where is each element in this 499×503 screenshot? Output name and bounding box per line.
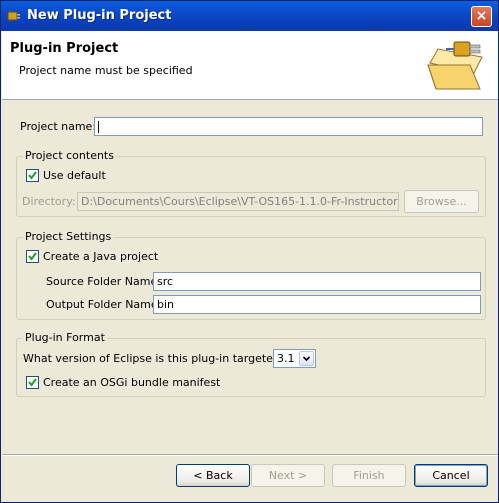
back-button[interactable]: < Back (176, 464, 250, 487)
osgi-manifest-checkbox[interactable] (26, 376, 39, 389)
window-title: New Plug-in Project (27, 8, 172, 23)
checkmark-icon (28, 171, 37, 180)
source-folder-label: Source Folder Name: (46, 275, 161, 288)
project-name-input[interactable] (94, 117, 483, 136)
java-project-checkbox[interactable] (26, 250, 39, 263)
version-question-label: What version of Eclipse is this plug-in … (23, 352, 305, 365)
checkmark-icon (28, 378, 37, 387)
cancel-button[interactable]: Cancel (414, 464, 488, 487)
close-button[interactable]: × (471, 6, 492, 27)
directory-input[interactable]: D:\Documents\Cours\Eclipse\VT-OS165-1.1.… (77, 192, 399, 211)
finish-button[interactable]: Finish (332, 464, 406, 487)
text-caret (98, 121, 99, 133)
project-contents-title: Project contents (23, 149, 116, 162)
wizard-header: Plug-in Project Project name must be spe… (2, 31, 498, 100)
project-name-label: Project name: (20, 120, 97, 133)
page-title: Plug-in Project (10, 41, 119, 56)
project-settings-title: Project Settings (23, 230, 114, 243)
osgi-manifest-label: Create an OSGi bundle manifest (43, 376, 221, 389)
next-button[interactable]: Next > (251, 464, 325, 487)
eclipse-version-value: 3.1 (277, 352, 295, 365)
directory-label: Directory: (22, 195, 76, 208)
output-folder-label: Output Folder Name: (46, 298, 162, 311)
eclipse-version-select[interactable]: 3.1 (273, 349, 316, 368)
use-default-checkbox[interactable] (26, 169, 39, 182)
output-folder-input[interactable]: bin (153, 295, 481, 314)
chevron-down-icon[interactable] (299, 351, 314, 366)
use-default-label: Use default (43, 169, 106, 182)
source-folder-input[interactable]: src (153, 272, 481, 291)
page-message: Project name must be specified (19, 64, 193, 77)
wizard-body: Project name: Project contents Use defau… (2, 100, 498, 454)
dialog-window: New Plug-in Project × Plug-in Project Pr… (0, 0, 499, 503)
button-bar-separator (2, 454, 498, 456)
project-settings-group: Project Settings Create a Java project S… (16, 230, 486, 320)
plugin-icon (7, 11, 20, 21)
project-contents-group: Project contents Use default Directory: … (16, 149, 486, 217)
checkmark-icon (28, 252, 37, 261)
java-project-label: Create a Java project (43, 250, 159, 263)
close-icon: × (475, 8, 488, 24)
plugin-format-title: Plug-in Format (23, 331, 107, 344)
plugin-format-group: Plug-in Format What version of Eclipse i… (16, 331, 486, 397)
title-bar[interactable]: New Plug-in Project × (1, 1, 498, 31)
plugin-folder-wizard-icon (427, 41, 483, 90)
browse-button[interactable]: Browse... (404, 190, 479, 213)
